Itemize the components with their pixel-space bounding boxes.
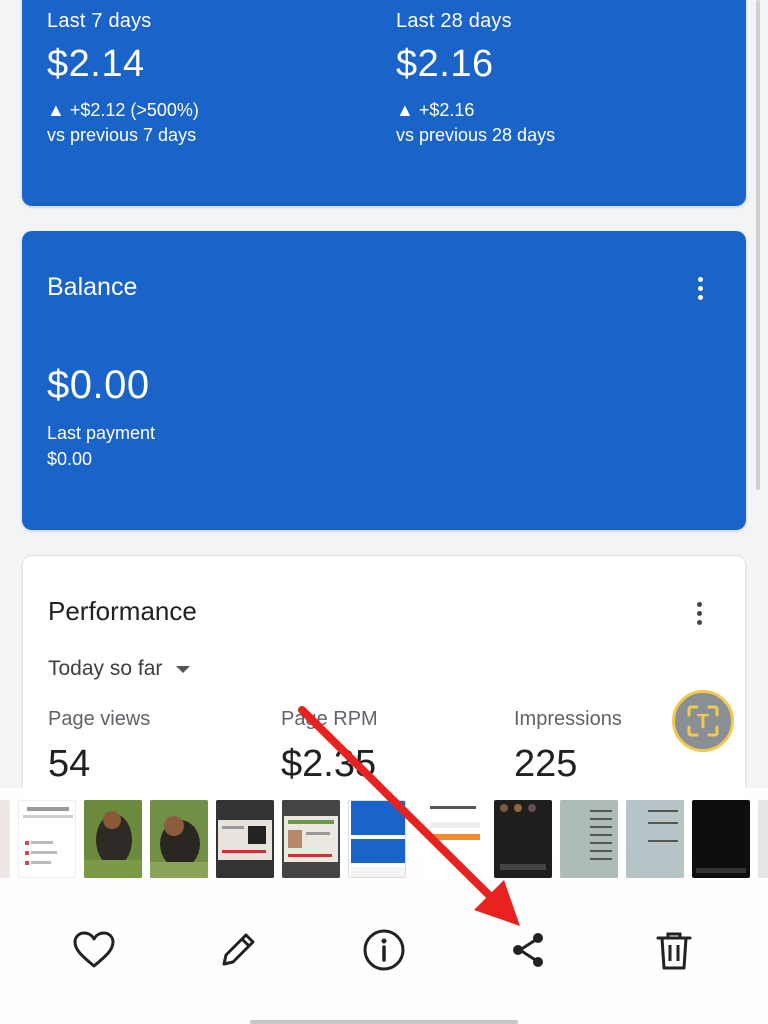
thumbnail-image xyxy=(84,800,142,878)
thumbnail-image xyxy=(626,800,684,878)
thumbnail-image xyxy=(351,801,405,877)
earnings-amount: $2.16 xyxy=(396,43,494,85)
metric-value: 225 xyxy=(514,743,578,785)
balance-title: Balance xyxy=(47,273,138,301)
share-icon xyxy=(513,933,543,967)
info-button[interactable] xyxy=(356,920,412,980)
thumbnail[interactable] xyxy=(150,800,208,878)
thumbnail-image xyxy=(282,800,340,878)
home-indicator[interactable] xyxy=(250,1020,518,1024)
earnings-amount: $2.14 xyxy=(47,43,145,85)
thumbnail[interactable] xyxy=(758,800,768,878)
thumbnail[interactable] xyxy=(18,800,76,878)
text-scan-icon: T xyxy=(687,705,719,737)
thumbnail[interactable] xyxy=(426,800,484,878)
last-payment-label: Last payment xyxy=(47,423,156,443)
text-scan-bubble[interactable]: T xyxy=(672,690,734,752)
balance-more-options-icon[interactable] xyxy=(688,273,712,303)
scrollbar[interactable] xyxy=(756,0,760,490)
gallery-action-bar xyxy=(0,920,768,980)
performance-title: Performance xyxy=(48,596,197,626)
thumbnail[interactable] xyxy=(348,800,406,878)
earnings-change: ▲ +$2.16 xyxy=(396,100,475,120)
balance-card[interactable]: Balance $0.00 Last payment $0.00 xyxy=(22,231,746,530)
metric-label: Page views xyxy=(48,708,151,730)
thumbnail-image xyxy=(23,807,73,865)
info-icon xyxy=(363,929,405,971)
metric-page-rpm[interactable]: Page RPM $2.35 xyxy=(281,708,378,786)
thumbnail-image xyxy=(150,800,208,878)
trash-icon xyxy=(656,932,692,970)
earnings-comparison: vs previous 28 days xyxy=(396,125,556,145)
thumbnail-image xyxy=(560,800,618,878)
pencil-icon xyxy=(222,933,255,966)
earnings-card[interactable]: Last 7 days $2.14 ▲ +$2.12 (>500%) vs pr… xyxy=(22,0,746,206)
metric-label: Impressions xyxy=(514,708,622,730)
thumbnail[interactable] xyxy=(560,800,618,878)
last-payment-value: $0.00 xyxy=(47,449,93,469)
balance-amount: $0.00 xyxy=(47,363,150,407)
svg-text:T: T xyxy=(697,711,709,733)
thumbnail-strip[interactable] xyxy=(0,796,768,878)
delete-button[interactable] xyxy=(646,920,702,980)
thumbnail[interactable] xyxy=(84,800,142,878)
share-button[interactable] xyxy=(500,920,556,980)
earnings-last-28-days: Last 28 days $2.16 ▲ +$2.16 vs previous … xyxy=(396,10,555,146)
chevron-down-icon xyxy=(176,665,191,673)
performance-more-options-icon[interactable] xyxy=(687,598,711,628)
favorite-button[interactable] xyxy=(66,920,122,980)
metric-impressions[interactable]: Impressions 225 xyxy=(514,708,622,786)
earnings-label: Last 28 days xyxy=(396,10,512,32)
thumbnail[interactable] xyxy=(0,800,10,878)
thumbnail-image xyxy=(216,800,274,878)
edit-button[interactable] xyxy=(210,920,266,980)
thumbnail[interactable] xyxy=(282,800,340,878)
metric-value: $2.35 xyxy=(281,743,377,785)
thumbnail[interactable] xyxy=(692,800,750,878)
thumbnail-image xyxy=(430,806,480,840)
metric-value: 54 xyxy=(48,743,91,785)
date-range-label: Today so far xyxy=(48,657,163,680)
thumbnail-image xyxy=(696,868,746,873)
heart-icon xyxy=(73,931,115,968)
date-range-dropdown[interactable]: Today so far xyxy=(48,657,191,681)
thumbnail-image xyxy=(500,804,546,870)
earnings-comparison: vs previous 7 days xyxy=(47,125,197,145)
thumbnail[interactable] xyxy=(494,800,552,878)
earnings-last-7-days: Last 7 days $2.14 ▲ +$2.12 (>500%) vs pr… xyxy=(47,10,199,146)
metric-page-views[interactable]: Page views 54 xyxy=(48,708,150,786)
thumbnail[interactable] xyxy=(216,800,274,878)
earnings-label: Last 7 days xyxy=(47,10,152,32)
metric-label: Page RPM xyxy=(281,708,378,730)
thumbnail[interactable] xyxy=(626,800,684,878)
earnings-change: ▲ +$2.12 (>500%) xyxy=(47,100,199,120)
